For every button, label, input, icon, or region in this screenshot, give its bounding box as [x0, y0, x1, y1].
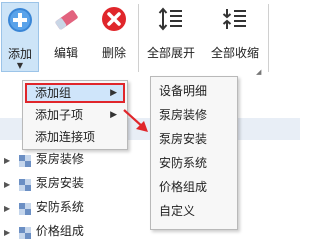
edit-button-label: 编辑: [53, 46, 78, 60]
submenu-item-label: 价格组成: [159, 180, 208, 194]
chevron-down-icon: ▼: [16, 61, 24, 70]
node-group-icon: [18, 225, 32, 239]
submenu-item-label: 泵房装修: [159, 108, 208, 122]
expand-triangle-icon[interactable]: ▶: [4, 222, 14, 244]
submenu-arrow-icon: ▶: [110, 88, 117, 98]
submenu-item[interactable]: 安防系统: [151, 151, 237, 175]
submenu-item[interactable]: 自定义: [151, 199, 237, 223]
add-dropdown-menu: 添加组 ▶ 添加子项 ▶ 添加连接项: [22, 80, 128, 150]
edit-button[interactable]: 编辑: [44, 2, 88, 74]
tree-row-label: 泵房装修: [35, 152, 84, 166]
expand-all-button[interactable]: 全部展开: [140, 2, 202, 74]
submenu-item-label: 泵房安装: [159, 132, 208, 146]
collapse-all-button[interactable]: 全部收缩: [204, 2, 266, 74]
menu-item-add-link[interactable]: 添加连接项: [25, 127, 125, 147]
submenu-item-label: 设备明细: [159, 84, 208, 98]
delete-button[interactable]: 删除: [92, 2, 136, 74]
tree-row[interactable]: ▶ 安防系统: [4, 196, 84, 218]
node-group-icon: [18, 201, 32, 215]
menu-item-label: 添加组: [35, 86, 72, 100]
group-launcher-icon[interactable]: ◢: [256, 68, 261, 76]
menu-item-add-group[interactable]: 添加组 ▶: [25, 83, 125, 103]
collapse-all-label: 全部收缩: [210, 46, 259, 60]
expand-triangle-icon[interactable]: ▶: [4, 198, 14, 220]
node-group-icon: [18, 153, 32, 167]
submenu-item-label: 自定义: [159, 204, 196, 218]
submenu-arrow-icon: ▶: [110, 110, 117, 120]
expand-triangle-icon[interactable]: ▶: [4, 174, 14, 196]
ribbon-separator: [268, 4, 269, 72]
tree-row-label: 安防系统: [35, 200, 84, 214]
menu-item-add-child[interactable]: 添加子项 ▶: [25, 105, 125, 125]
add-button[interactable]: 添加 ▼: [1, 2, 39, 72]
submenu-item[interactable]: 泵房装修: [151, 103, 237, 127]
annotation-arrow-icon: [123, 109, 148, 132]
ribbon-toolbar: 添加 ▼ 编辑 删除 全部展开 全部收缩 ◢: [0, 0, 300, 79]
plus-circle-icon: [7, 7, 33, 36]
submenu-item-label: 安防系统: [159, 156, 208, 170]
delete-x-icon: [101, 6, 127, 35]
tree-row[interactable]: ▶ 泵房安装: [4, 172, 84, 194]
eraser-icon: [52, 6, 80, 35]
menu-item-label: 添加子项: [35, 108, 84, 122]
tree-row[interactable]: ▶ 泵房装修: [4, 148, 84, 170]
tree-row-label: 价格组成: [35, 224, 84, 238]
menu-item-label: 添加连接项: [35, 130, 96, 144]
submenu-item[interactable]: 价格组成: [151, 175, 237, 199]
add-button-label: 添加: [7, 47, 32, 61]
add-group-submenu: 设备明细 泵房装修 泵房安装 安防系统 价格组成 自定义: [150, 76, 238, 230]
submenu-item[interactable]: 设备明细: [151, 79, 237, 103]
node-group-icon: [18, 177, 32, 191]
delete-button-label: 删除: [101, 46, 126, 60]
tree-row-label: 泵房安装: [35, 176, 84, 190]
expand-all-icon: [158, 6, 184, 35]
submenu-item[interactable]: 泵房安装: [151, 127, 237, 151]
expand-all-label: 全部展开: [146, 46, 195, 60]
expand-triangle-icon[interactable]: ▶: [4, 150, 14, 172]
ribbon-separator: [138, 4, 139, 72]
collapse-all-icon: [222, 6, 248, 35]
tree-row[interactable]: ▶ 价格组成: [4, 220, 84, 242]
